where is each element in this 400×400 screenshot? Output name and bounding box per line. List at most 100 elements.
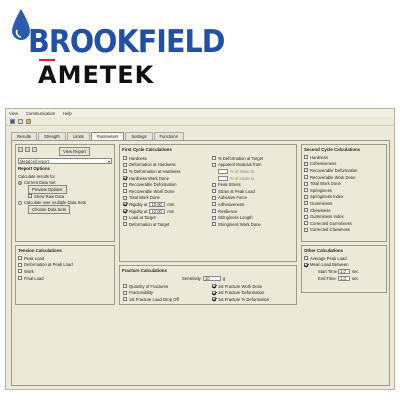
second-cycle-checkbox[interactable] [304, 188, 308, 193]
first-cycle-checkbox[interactable] [123, 215, 127, 220]
tension-panel: Tension Calculations Peak Load Deformati… [15, 245, 115, 305]
first-cycle-checkbox[interactable] [212, 189, 216, 194]
menu-communication[interactable]: Communication [26, 111, 55, 116]
second-cycle-checkbox[interactable] [304, 214, 308, 219]
second-cycle-label: Hardness [310, 154, 328, 160]
first-cycle-checkbox[interactable] [212, 162, 216, 167]
second-cycle-checkbox[interactable] [304, 227, 308, 232]
second-cycle-checkbox[interactable] [304, 201, 308, 206]
first-cycle-label: Adhesive Force [218, 195, 248, 201]
fracture-checkbox[interactable] [123, 290, 127, 295]
second-cycle-label: Corrected Chewiness [310, 227, 351, 233]
first-cycle-row: Hardness Work Done [123, 175, 208, 182]
sensitivity-input[interactable]: 10 [202, 275, 221, 281]
second-cycle-checkbox[interactable] [304, 155, 308, 160]
first-cycle-checkbox[interactable] [212, 222, 216, 227]
toolbar [6, 117, 394, 126]
rigidity-input[interactable]: 12.00 [149, 208, 166, 214]
fracture-label: 1st Fracture % Deformation [218, 296, 270, 302]
menu-view[interactable]: View [9, 111, 18, 116]
second-cycle-label: Gumminess Index [310, 214, 344, 220]
mean-load-checkbox[interactable] [304, 262, 308, 267]
first-cycle-checkbox[interactable] [123, 202, 127, 207]
first-cycle-label: Rigidity at [129, 201, 148, 207]
fracture-panel: Fracture Calculations Sensitivity 10 g Q… [119, 265, 297, 305]
show-raw-label: Show Raw Data [34, 193, 65, 199]
fracture-checkbox[interactable] [212, 297, 216, 302]
end-time-input[interactable]: 1.0 [338, 275, 350, 281]
fracture-col1: Quantity of Fractures Fracturability 1st F… [123, 283, 208, 303]
fracture-checkbox[interactable] [123, 284, 127, 289]
choose-data-button[interactable]: Choose Data Sets [28, 204, 70, 214]
rigidity-input[interactable]: 10.00 [149, 201, 166, 207]
save-icon[interactable] [10, 118, 15, 124]
first-cycle-label: Hardness Work Done [129, 175, 169, 181]
first-cycle-checkbox[interactable] [212, 209, 216, 214]
parameters-panel: View Report Metafcell report Report Opti… [11, 140, 390, 386]
first-cycle-checkbox[interactable] [212, 156, 216, 161]
tension-checkbox[interactable] [18, 256, 22, 261]
first-cycle-checkbox[interactable] [123, 189, 127, 194]
report-options-panel: View Report Metafcell report Report Opti… [15, 144, 115, 242]
multi-data-radio[interactable] [18, 200, 22, 205]
copy-icon[interactable] [32, 147, 37, 152]
fracture-row: Quantity of Fractures [123, 283, 208, 290]
first-cycle-label: Hardness [129, 155, 147, 161]
fracture-row: 1st Fracture Deformation [212, 290, 296, 297]
second-cycle-checkbox[interactable] [304, 181, 308, 186]
modulus-input[interactable] [218, 175, 228, 181]
first-cycle-label: Load at Target [129, 215, 156, 221]
average-peak-checkbox[interactable] [304, 256, 308, 261]
first-cycle-checkbox[interactable] [123, 169, 127, 174]
fracture-checkbox[interactable] [212, 290, 216, 295]
first-cycle-label: Peak Stress [218, 182, 241, 188]
first-cycle-checkbox[interactable] [123, 176, 127, 181]
first-cycle-row: Load at Target [123, 214, 208, 221]
first-cycle-label: Stringiness Length [218, 215, 253, 221]
first-cycle-checkbox[interactable] [212, 215, 216, 220]
new-icon[interactable] [18, 147, 23, 152]
second-cycle-checkbox[interactable] [304, 194, 308, 199]
second-cycle-checkbox[interactable] [304, 221, 308, 226]
second-cycle-checkbox[interactable] [304, 161, 308, 166]
fracture-row: 1st Fracture Work Done [212, 283, 296, 290]
second-cycle-checkbox[interactable] [304, 208, 308, 213]
first-cycle-row: Total Work Done [123, 195, 208, 202]
first-cycle-checkbox[interactable] [123, 195, 127, 200]
fracture-checkbox[interactable] [123, 297, 127, 302]
fracture-checkbox[interactable] [212, 284, 216, 289]
first-cycle-checkbox[interactable] [123, 209, 127, 214]
fracture-row: Fracturability [123, 290, 208, 297]
start-time-input[interactable]: 1.0 [338, 268, 350, 274]
first-cycle-checkbox[interactable] [212, 182, 216, 187]
modulus-input[interactable] [218, 168, 228, 174]
first-cycle-checkbox[interactable] [212, 202, 216, 207]
company-name: AMETEK [38, 61, 155, 89]
first-cycle-row: Hardness [123, 155, 208, 162]
tension-checkbox[interactable] [18, 269, 22, 274]
report-dropdown[interactable]: Metafcell report [18, 158, 112, 164]
first-cycle-checkbox[interactable] [212, 195, 216, 200]
first-cycle-label: Recoverable Deformation [129, 182, 177, 188]
tension-checkbox[interactable] [18, 276, 22, 281]
app-window: View Communication Help Results Strength… [5, 108, 395, 390]
first-cycle-row: Adhesive Force [212, 195, 296, 202]
second-cycle-checkbox[interactable] [304, 175, 308, 180]
second-cycle-label: Gumminess [310, 200, 333, 206]
view-report-button[interactable]: View Report [59, 147, 90, 156]
end-time-unit: sec [352, 275, 359, 281]
first-cycle-checkbox[interactable] [123, 182, 127, 187]
first-cycle-checkbox[interactable] [123, 156, 127, 161]
print-icon[interactable] [26, 118, 31, 124]
current-data-radio[interactable] [18, 180, 22, 185]
first-cycle-checkbox[interactable] [123, 162, 127, 167]
first-cycle-checkbox[interactable] [123, 222, 127, 227]
second-cycle-checkbox[interactable] [304, 168, 308, 173]
first-cycle-label: Total Work Done [129, 195, 160, 201]
open-icon[interactable] [18, 118, 23, 124]
menu-help[interactable]: Help [63, 111, 72, 116]
first-cycle-row: % of strain to [212, 175, 296, 182]
show-raw-checkbox[interactable] [28, 194, 32, 199]
tension-checkbox[interactable] [18, 262, 22, 267]
delete-icon[interactable] [25, 147, 30, 152]
